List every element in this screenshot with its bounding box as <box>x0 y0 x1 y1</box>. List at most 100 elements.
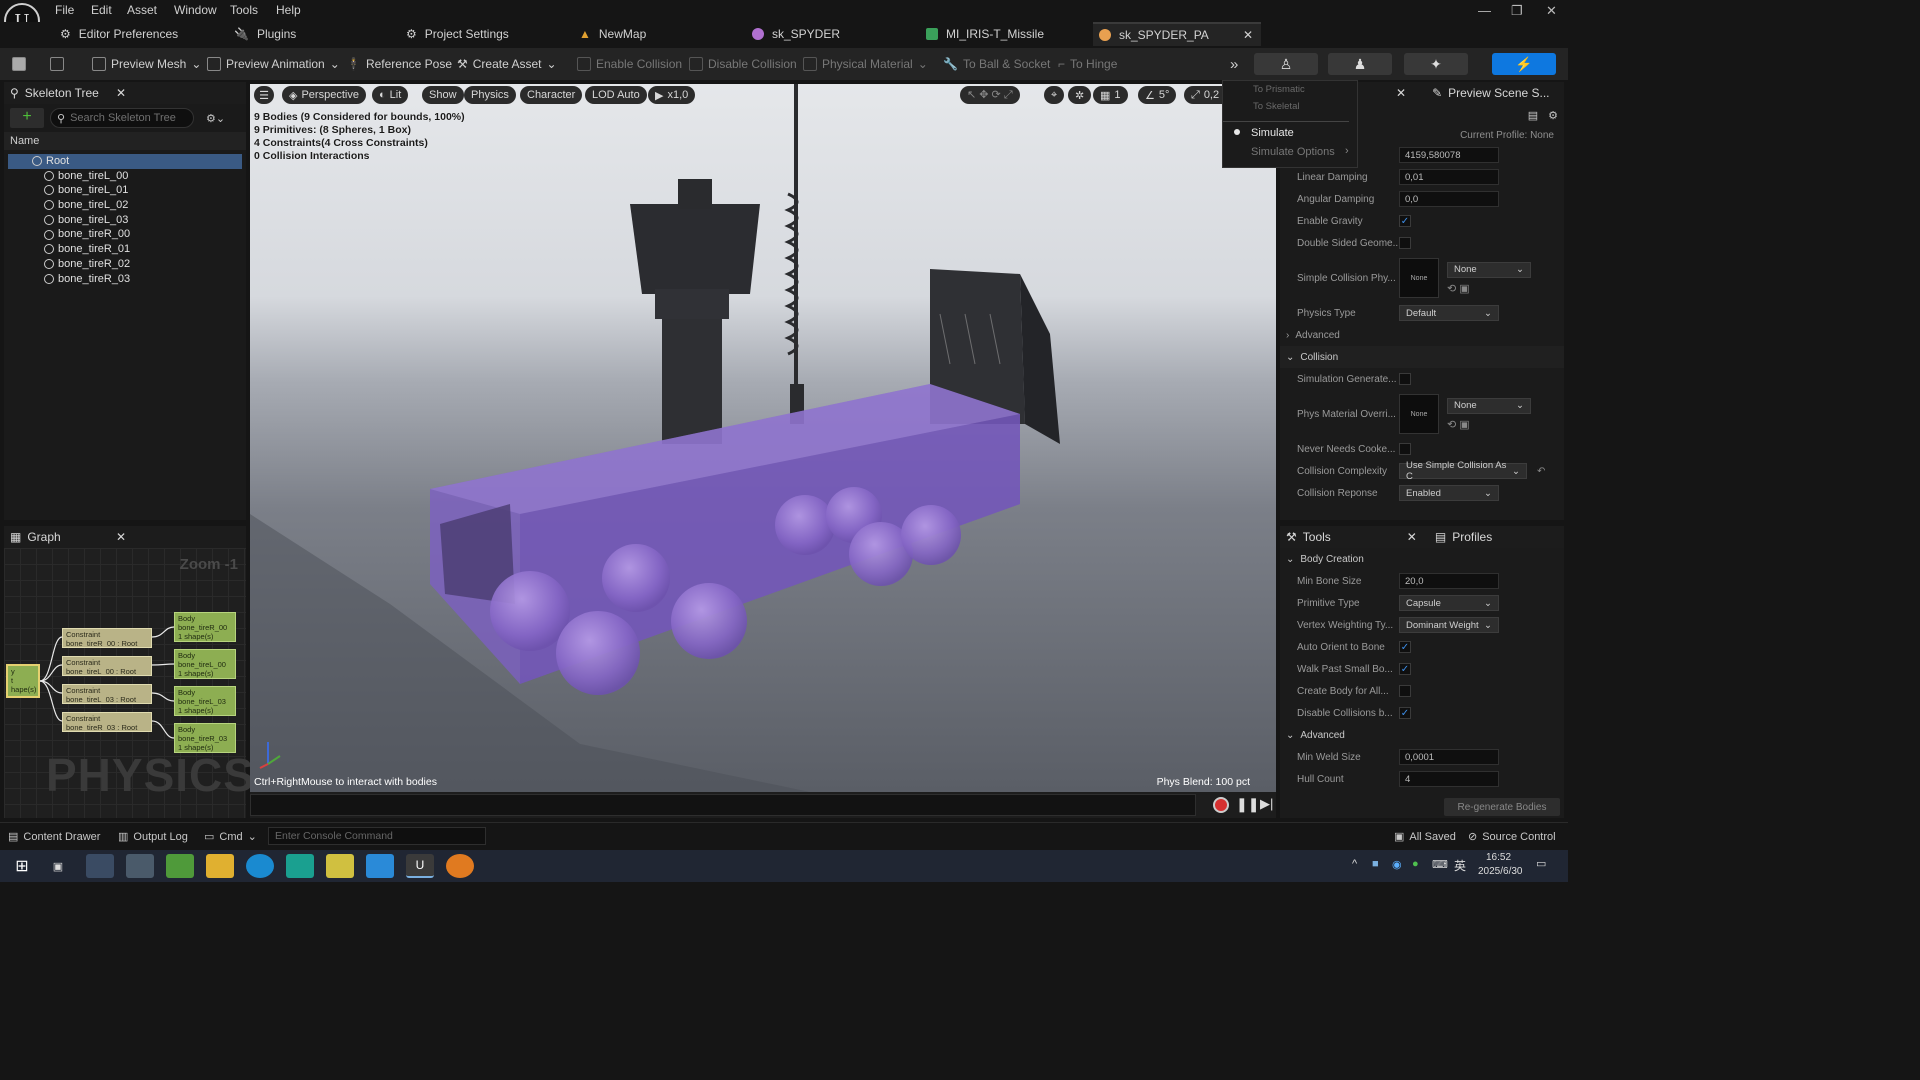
ime-indicator[interactable]: 英 <box>1454 857 1466 874</box>
tree-row-bone[interactable]: bone_tireL_00 <box>4 169 246 184</box>
lit-button[interactable]: ◐ Lit <box>372 86 409 104</box>
auto-orient-checkbox[interactable]: ✓ <box>1399 641 1411 653</box>
tree-row-bone[interactable]: bone_tireL_01 <box>4 183 246 198</box>
menu-edit[interactable]: Edit <box>91 3 112 17</box>
material-thumbnail[interactable]: None <box>1399 258 1439 298</box>
task-view-icon[interactable]: ▣ <box>44 854 72 878</box>
create-body-checkbox[interactable] <box>1399 685 1411 697</box>
settings-gear-icon[interactable]: ⚙⌄ <box>206 112 225 125</box>
grid-view-icon[interactable]: ▤ <box>1528 109 1538 122</box>
graph-node-body[interactable]: Body bone_tireL_00 1 shape(s) <box>174 649 236 679</box>
skeleton-mode-button[interactable]: ♙ <box>1254 53 1318 75</box>
clock-date[interactable]: 2025/6/30 <box>1478 866 1523 877</box>
graph-node-constraint[interactable]: Constraint bone_tireL_03 : Root <box>62 684 152 704</box>
cmd-dropdown[interactable]: ▭ Cmd ⌄ <box>204 830 257 844</box>
app-icon-5[interactable] <box>366 854 394 878</box>
file-explorer-icon[interactable] <box>206 854 234 878</box>
never-needs-checkbox[interactable] <box>1399 443 1411 455</box>
close-tab-icon[interactable]: ✕ <box>1243 28 1253 42</box>
minimize-icon[interactable]: — <box>1478 3 1491 18</box>
reset-arrow-icon[interactable]: ↶ <box>1537 466 1545 477</box>
tab-sk-spyder[interactable]: sk_SPYDER <box>746 22 916 46</box>
preview-mesh-button[interactable]: Preview Mesh ⌄ <box>92 54 201 74</box>
close-icon[interactable]: ✕ <box>1407 530 1417 544</box>
tab-sk-spyder-pa[interactable]: sk_SPYDER_PA ✕ <box>1093 22 1261 46</box>
graph-node-root-body[interactable]: y t hape(s) <box>6 664 40 698</box>
all-saved-button[interactable]: ▣ All Saved <box>1394 830 1456 844</box>
character-button[interactable]: Character <box>520 86 583 104</box>
advanced-expander[interactable]: › Advanced <box>1280 324 1564 346</box>
linear-damping-field[interactable]: 0,01 <box>1399 169 1499 185</box>
show-button[interactable]: Show <box>422 86 464 104</box>
tray-chevron-up-icon[interactable]: ^ <box>1352 858 1357 870</box>
menu-file[interactable]: File <box>55 3 74 17</box>
tree-row-bone[interactable]: bone_tireL_02 <box>4 198 246 213</box>
physics-mode-button[interactable]: ⚡ <box>1492 53 1556 75</box>
step-forward-icon[interactable]: ▶| <box>1260 796 1273 812</box>
graph-canvas[interactable]: Zoom -1 PHYSICS y t hape(s) Constraint b… <box>4 548 254 818</box>
animation-mode-button[interactable]: ✦ <box>1404 53 1468 75</box>
notification-icon[interactable]: ▭ <box>1536 857 1546 870</box>
save-icon[interactable] <box>12 54 26 74</box>
menu-asset[interactable]: Asset <box>127 3 157 17</box>
collision-section-header[interactable]: ⌄ Collision <box>1280 346 1564 368</box>
lod-button[interactable]: LOD Auto <box>585 86 647 104</box>
settings-gear-icon[interactable]: ⚙ <box>1548 109 1558 122</box>
preview-animation-button[interactable]: Preview Animation ⌄ <box>207 54 340 74</box>
tree-row-bone[interactable]: bone_tireR_00 <box>4 227 246 242</box>
tab-mi-iris-t-missile[interactable]: MI_IRIS-T_Missile <box>920 22 1090 46</box>
browse-asset-icon[interactable]: ⟲ ▣ <box>1447 418 1531 431</box>
tree-row-root[interactable]: Root <box>8 154 242 169</box>
app-icon-1[interactable] <box>86 854 114 878</box>
tray-app-icon[interactable]: ■ <box>1372 858 1379 870</box>
create-asset-button[interactable]: ⚒ Create Asset ⌄ <box>457 54 557 74</box>
to-hinge-button[interactable]: ⌐ To Hinge <box>1058 54 1117 74</box>
simple-collision-combo[interactable]: None ⌄ <box>1447 261 1531 278</box>
simulation-generate-checkbox[interactable] <box>1399 373 1411 385</box>
enable-gravity-checkbox[interactable]: ✓ <box>1399 215 1411 227</box>
grid-snap-button[interactable]: ▦ 1 <box>1093 86 1128 104</box>
restore-icon[interactable]: ❐ <box>1511 3 1523 19</box>
app-icon-3[interactable] <box>286 854 314 878</box>
tree-row-bone[interactable]: bone_tireR_02 <box>4 257 246 272</box>
menu-help[interactable]: Help <box>276 3 301 17</box>
wechat-icon[interactable]: ● <box>1412 858 1419 870</box>
vertex-weighting-combo[interactable]: Dominant Weight ⌄ <box>1399 617 1499 633</box>
tree-row-bone[interactable]: bone_tireL_03 <box>4 213 246 228</box>
browse-icon[interactable] <box>50 54 64 74</box>
close-window-icon[interactable]: ✕ <box>1546 3 1557 19</box>
enable-collision-button[interactable]: Enable Collision <box>577 54 682 74</box>
keyboard-icon[interactable]: ⌨ <box>1432 858 1448 871</box>
mesh-mode-button[interactable]: ♟ <box>1328 53 1392 75</box>
notepad-icon[interactable] <box>166 854 194 878</box>
graph-node-constraint[interactable]: Constraint bone_tireL_00 : Root <box>62 656 152 676</box>
to-ball-socket-button[interactable]: 🔧 To Ball & Socket <box>943 54 1050 74</box>
double-sided-checkbox[interactable] <box>1399 237 1411 249</box>
app-icon-4[interactable] <box>326 854 354 878</box>
tab-editor-preferences[interactable]: ⚙ Editor Preferences <box>54 22 224 46</box>
to-skeletal-item[interactable]: To Skeletal <box>1253 101 1299 112</box>
source-control-button[interactable]: ⊘ Source Control <box>1468 830 1556 844</box>
physics-type-combo[interactable]: Default ⌄ <box>1399 305 1499 321</box>
browse-asset-icon[interactable]: ⟲ ▣ <box>1447 282 1531 295</box>
close-icon[interactable]: ✕ <box>1396 86 1406 100</box>
collision-complexity-combo[interactable]: Use Simple Collision As C ⌄ <box>1399 460 1527 482</box>
phys-material-combo[interactable]: None ⌄ <box>1447 397 1531 414</box>
tab-profiles[interactable]: Profiles <box>1452 530 1492 544</box>
timeline-track[interactable] <box>250 794 1196 816</box>
unreal-engine-taskbar-icon[interactable]: U <box>406 854 434 878</box>
output-log-button[interactable]: ▥ Output Log <box>118 830 188 844</box>
perspective-button[interactable]: ◈ Perspective <box>282 86 366 104</box>
app-icon-2[interactable] <box>126 854 154 878</box>
walk-past-checkbox[interactable]: ✓ <box>1399 663 1411 675</box>
windows-start-icon[interactable]: ⊞ <box>8 854 36 878</box>
disable-collision-button[interactable]: Disable Collision <box>689 54 797 74</box>
camera-speed-icon[interactable]: ⌖ <box>1044 86 1065 104</box>
search-skeleton-input[interactable]: ⚲ Search Skeleton Tree <box>50 108 194 128</box>
simulate-options-item[interactable]: Simulate Options <box>1251 146 1335 158</box>
material-thumbnail[interactable]: None <box>1399 394 1439 434</box>
play-speed-button[interactable]: ▶ x1,0 <box>648 86 696 104</box>
blender-icon[interactable] <box>446 854 474 878</box>
regenerate-bodies-button[interactable]: Re-generate Bodies <box>1444 798 1560 816</box>
close-icon[interactable]: ✕ <box>116 86 126 100</box>
